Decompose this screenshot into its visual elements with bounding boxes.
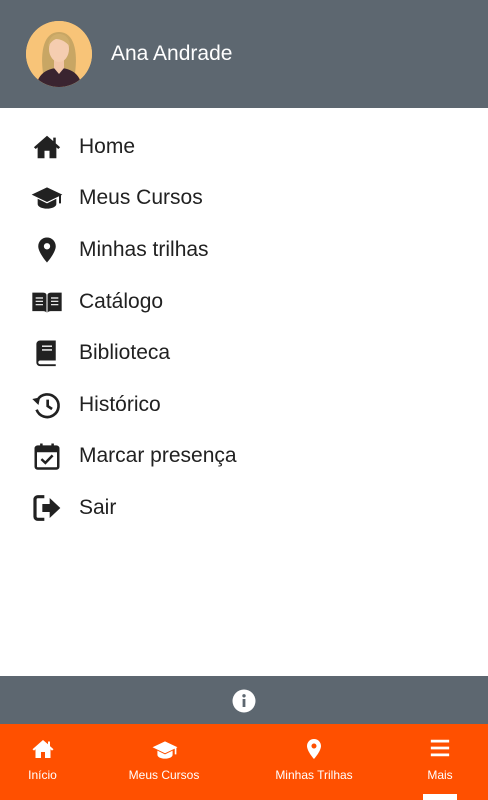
nav-item-mais[interactable]: Mais <box>410 724 470 800</box>
menu-item-sair[interactable]: Sair <box>0 482 488 534</box>
home-icon <box>31 131 63 163</box>
menu-item-minhas-trilhas[interactable]: Minhas trilhas <box>0 224 488 276</box>
menu-item-label: Sair <box>79 495 117 519</box>
info-icon[interactable] <box>232 689 256 713</box>
menu-item-label: Minhas trilhas <box>79 237 209 261</box>
avatar[interactable] <box>26 21 92 87</box>
nav-label: Mais <box>427 768 453 782</box>
menu-item-meus-cursos[interactable]: Meus Cursos <box>0 173 488 225</box>
menu-item-label: Histórico <box>79 392 161 416</box>
menu-item-home[interactable]: Home <box>0 121 488 173</box>
map-pin-icon <box>302 737 326 761</box>
menu-item-marcar-presenca[interactable]: Marcar presença <box>0 431 488 483</box>
nav-label: Início <box>28 768 57 782</box>
logout-icon <box>31 492 63 524</box>
menu-item-label: Home <box>79 134 136 158</box>
drawer-menu: Home Meus Cursos Minhas trilhas Catálogo… <box>0 121 488 534</box>
user-name: Ana Andrade <box>111 42 233 65</box>
nav-item-inicio[interactable]: Início <box>0 724 85 800</box>
nav-item-minhas-trilhas[interactable]: Minhas Trilhas <box>263 724 365 800</box>
graduation-cap-icon <box>31 182 63 214</box>
nav-item-meus-cursos[interactable]: Meus Cursos <box>117 724 211 800</box>
drawer-header: Ana Andrade <box>0 0 488 108</box>
menu-item-label: Biblioteca <box>79 341 171 365</box>
menu-item-label: Marcar presença <box>79 444 237 468</box>
bottom-nav: Início Meus Cursos Minhas Trilhas Mais <box>0 724 488 800</box>
history-icon <box>31 389 63 421</box>
menu-item-catalogo[interactable]: Catálogo <box>0 276 488 328</box>
active-tab-indicator <box>423 794 457 800</box>
menu-icon <box>428 737 452 761</box>
menu-item-label: Meus Cursos <box>79 186 203 210</box>
map-pin-icon <box>31 234 63 266</box>
home-icon <box>31 737 55 761</box>
book-icon <box>31 337 63 369</box>
nav-label: Meus Cursos <box>128 768 200 782</box>
graduation-cap-icon <box>152 737 178 761</box>
info-bar <box>0 676 488 724</box>
menu-item-historico[interactable]: Histórico <box>0 379 488 431</box>
menu-item-biblioteca[interactable]: Biblioteca <box>0 327 488 379</box>
menu-item-label: Catálogo <box>79 289 164 313</box>
nav-label: Minhas Trilhas <box>275 768 353 782</box>
open-book-icon <box>31 286 63 318</box>
calendar-check-icon <box>31 440 63 472</box>
